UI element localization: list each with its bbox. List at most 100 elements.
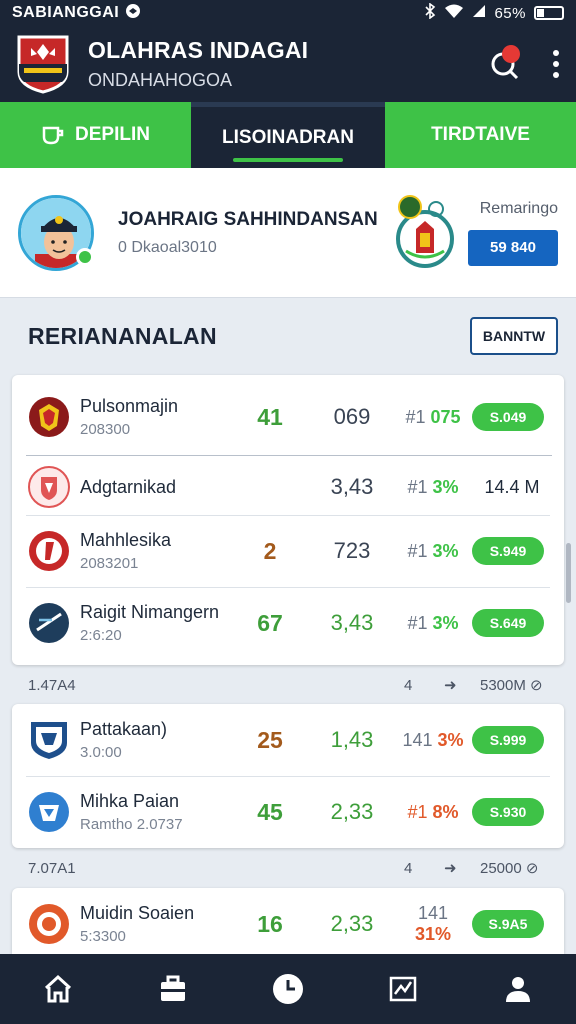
signal-icon [472, 4, 486, 22]
score-b: 3,43 [330, 610, 374, 635]
tab-label: LISOINADRAN [222, 126, 354, 148]
score-b: 2,33 [330, 911, 374, 936]
value-text: 14.4 M [484, 476, 540, 497]
value-pill[interactable]: S.930 [472, 798, 544, 826]
team-name: Adgtarnikad [80, 476, 177, 497]
rank-cell: 141 3% [402, 729, 464, 750]
profile-name: JOAHRAIG SAHHINDANSAN [118, 208, 378, 230]
tab-bar: DEPILIN LISOINADRAN TIRDTAIVE [0, 102, 576, 168]
section-action-button[interactable]: BANNTW [470, 317, 558, 355]
score-a: 2 [263, 537, 277, 564]
score-b: 069 [333, 404, 371, 429]
profile-card: JOAHRAIG SAHHINDANSAN 0 Dkaoal3010 Remar… [0, 168, 576, 298]
team-logo-icon [29, 904, 69, 944]
team-name: Muidin Soaien [80, 903, 195, 923]
list-item[interactable]: Mahhlesika 2083201 2 723 #1 3% S.949 [12, 515, 564, 587]
app-subtitle: ONDAHAHOGOA [88, 70, 233, 90]
value-pill[interactable]: S.9A5 [472, 910, 544, 938]
match-list-card: Pulsonmajin 208300 41 069 #1 075 S.049 A… [12, 375, 564, 665]
score-b: 2,33 [330, 799, 374, 824]
section-title: RERIANANALAN [28, 322, 217, 349]
score-a: 67 [257, 609, 283, 636]
nav-home[interactable] [36, 967, 80, 1011]
tab-tirdtaive[interactable]: TIRDTAIVE [385, 102, 576, 168]
list-item[interactable]: Adgtarnikad 3,43 #1 3% 14.4 M [12, 451, 564, 523]
team-name: Raigit Nimangern [80, 602, 220, 622]
app-title: OLAHRAS INDAGAI [88, 37, 309, 63]
app-logo [17, 35, 69, 94]
list-item[interactable]: Pulsonmajin 208300 41 069 #1 075 S.049 [12, 381, 564, 453]
rank-cell: #1 3% [407, 612, 459, 633]
profile-icon [506, 977, 531, 1002]
rank-cell: #1 075 [405, 406, 461, 427]
team-name: Pulsonmajin [80, 396, 179, 416]
group-count: 4 [404, 676, 413, 694]
team-logo-icon [31, 722, 67, 759]
team-logo-icon [29, 397, 69, 437]
tab-label: TIRDTAIVE [431, 124, 530, 145]
list-item[interactable]: Muidin Soaien 5:3300 16 2,33 141 31% S.9… [12, 888, 564, 954]
score-a: 16 [257, 910, 283, 937]
team-logo-icon [29, 792, 69, 832]
home-icon [44, 974, 71, 1003]
battery-icon [534, 6, 564, 20]
balance-button[interactable]: 59 840 [468, 229, 558, 266]
team-sub: 2083201 [80, 555, 139, 572]
value-pill[interactable]: S.649 [472, 609, 544, 637]
arrow-icon: ➜ [444, 860, 457, 877]
rank-cell: #1 8% [407, 801, 459, 822]
nav-clock[interactable] [266, 967, 310, 1011]
group-label: 7.07A1 [28, 859, 76, 877]
score-a: 25 [257, 726, 283, 753]
profile-subtitle: 0 Dkaoal3010 [118, 238, 217, 256]
list-item[interactable]: Mihka Paian Ramtho 2.0737 45 2,33 #1 8% … [12, 776, 564, 848]
more-menu-button[interactable] [552, 50, 560, 78]
team-logo-icon [29, 531, 69, 571]
score-a: 45 [257, 798, 283, 825]
rank-cell: #1 3% [407, 476, 459, 497]
team-name: Mahhlesika [80, 530, 172, 550]
score-b: 1,43 [330, 727, 374, 752]
score-b: 3,43 [330, 474, 374, 499]
battery-percent: 65% [494, 4, 526, 22]
value-pill[interactable]: S.049 [472, 403, 544, 431]
bluetooth-icon [424, 2, 436, 23]
team-logo-icon [28, 466, 70, 508]
score-b: 723 [333, 538, 371, 563]
group-total: 5300M ⊘ [480, 677, 543, 694]
group-header: 7.07A1 4 ➜ 25000 ⊘ [0, 850, 576, 886]
team-sub: 5:3300 [80, 928, 126, 945]
club-emblem [396, 194, 454, 268]
match-list-card: Pattakaan) 3.0:00 25 1,43 141 3% S.999 M… [12, 704, 564, 848]
value-pill[interactable]: S.999 [472, 726, 544, 754]
online-indicator [76, 248, 94, 266]
team-sub: 3.0:00 [80, 744, 122, 761]
clock-icon [272, 974, 303, 1004]
notifications-button[interactable] [488, 45, 522, 81]
notification-badge [502, 45, 520, 63]
wifi-icon [444, 3, 464, 23]
app-header: OLAHRAS INDAGAI ONDAHAHOGOA [0, 26, 576, 102]
team-sub: 208300 [80, 421, 131, 438]
group-header: 1.47A4 4 ➜ 5300M ⊘ [0, 667, 576, 703]
group-count: 4 [404, 859, 413, 877]
tab-lisoinadran[interactable]: LISOINADRAN [191, 102, 385, 168]
tab-label: DEPILIN [75, 124, 150, 145]
team-logo-icon [29, 603, 69, 643]
bottom-nav [0, 954, 576, 1024]
nav-briefcase[interactable] [151, 967, 195, 1011]
status-bar: SABIANGGAI 65% [0, 0, 576, 26]
list-item[interactable]: Raigit Nimangern 2:6:20 67 3,43 #1 3% S.… [12, 587, 564, 659]
value-pill[interactable]: S.949 [472, 537, 544, 565]
nav-chart[interactable] [381, 967, 425, 1011]
tab-depilin[interactable]: DEPILIN [0, 102, 191, 168]
briefcase-icon [160, 975, 185, 1001]
scrollbar[interactable] [566, 543, 571, 603]
remaining-label: Remaringo [479, 199, 558, 217]
status-carrier: SABIANGGAI [12, 4, 120, 21]
list-item[interactable]: Pattakaan) 3.0:00 25 1,43 141 3% S.999 [12, 704, 564, 776]
team-name: Mihka Paian [80, 791, 180, 811]
arrow-icon: ➜ [444, 677, 457, 694]
nav-profile[interactable] [496, 967, 540, 1011]
cup-icon [42, 126, 64, 145]
